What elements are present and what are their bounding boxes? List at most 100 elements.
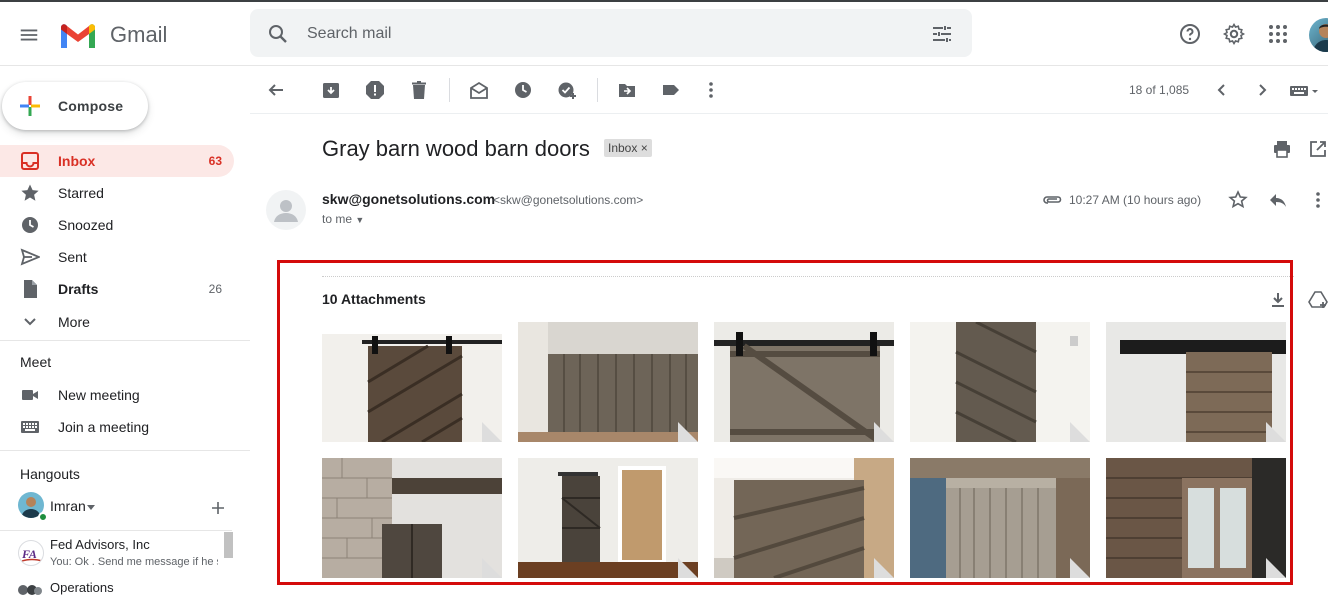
caret-down-icon[interactable]: ▼ (355, 215, 364, 225)
sidebar-item-snoozed[interactable]: Snoozed (0, 209, 234, 241)
send-icon (20, 248, 40, 266)
sidebar-item-drafts[interactable]: Drafts 26 (0, 273, 234, 305)
gear-icon[interactable] (1222, 22, 1246, 46)
sidebar-item-more[interactable]: More (0, 306, 234, 338)
help-icon[interactable] (1178, 22, 1202, 46)
pagination-text: 18 of 1,085 (1129, 83, 1190, 97)
thumbnail-corner (1070, 558, 1090, 578)
thumbnail-corner (482, 422, 502, 442)
sender-email: <skw@gonetsolutions.com> (493, 193, 644, 207)
divider (0, 340, 250, 341)
meet-section-title: Meet (20, 354, 52, 370)
clock-icon (22, 217, 38, 233)
thumbnail-corner (1266, 422, 1286, 442)
sender-name[interactable]: skw@gonetsolutions.com (322, 191, 495, 207)
plus-icon (20, 96, 40, 116)
gmail-logo-icon[interactable] (58, 20, 98, 50)
email-view: 18 of 1,085 Gray barn wood barn doors In… (250, 66, 1328, 596)
attachment-thumbnail[interactable] (910, 322, 1090, 442)
email-timestamp: 10:27 AM (10 hours ago) (1069, 193, 1202, 207)
apps-grid-icon[interactable] (1266, 22, 1290, 46)
thumbnail-corner (678, 422, 698, 442)
thumbnail-corner (874, 558, 894, 578)
attachment-thumbnail[interactable] (518, 322, 698, 442)
contact-preview: You: Ok . Send me message if he s (50, 556, 218, 568)
app-title: Gmail (110, 22, 168, 47)
attachment-icon (1043, 196, 1062, 204)
contact-avatar-operations[interactable] (16, 580, 44, 596)
add-to-drive-icon[interactable] (1308, 290, 1328, 310)
inbox-icon (21, 152, 39, 170)
contact-avatar-fed-advisors[interactable]: FA (18, 540, 44, 566)
attachment-thumbnail[interactable] (1106, 458, 1286, 578)
move-to-icon[interactable] (617, 80, 637, 100)
star-icon[interactable] (1228, 190, 1248, 210)
inbox-label-chip[interactable]: Inbox × (604, 139, 652, 157)
main-menu-icon[interactable] (18, 24, 40, 46)
sidebar-item-label: Snoozed (58, 217, 114, 233)
divider (0, 530, 232, 531)
remove-label-icon[interactable]: × (641, 141, 648, 155)
sidebar-item-sent[interactable]: Sent (0, 241, 234, 273)
archive-icon[interactable] (321, 80, 341, 100)
hangouts-user-name[interactable]: Imran (50, 498, 86, 514)
more-vert-icon[interactable] (701, 80, 721, 100)
thumbnail-corner (874, 422, 894, 442)
print-icon[interactable] (1272, 139, 1292, 159)
reply-icon[interactable] (1268, 190, 1288, 210)
search-input[interactable]: Search mail (307, 25, 391, 43)
sidebar-item-label: Sent (58, 249, 87, 265)
draft-icon (24, 280, 37, 298)
recipient-details[interactable]: to me ▼ (322, 212, 364, 226)
chevron-right-icon[interactable] (1252, 80, 1272, 100)
divider (0, 450, 250, 451)
open-new-window-icon[interactable] (1308, 139, 1328, 159)
attachment-thumbnail[interactable] (1106, 322, 1286, 442)
thumbnail-corner (1070, 422, 1090, 442)
more-vert-icon[interactable] (1308, 190, 1328, 210)
sidebar-scrollbar[interactable] (224, 532, 233, 558)
sender-avatar (266, 190, 306, 230)
thumbnail-corner (678, 558, 698, 578)
sidebar: Compose Inbox 63 Starred Snoozed Sent Dr… (0, 66, 250, 596)
keyboard-icon (21, 421, 39, 433)
snooze-icon[interactable] (513, 80, 533, 100)
attachment-thumbnail[interactable] (322, 322, 502, 442)
recipient-text: to me (322, 212, 353, 226)
sidebar-item-label: Drafts (58, 281, 99, 297)
toolbar-divider (250, 113, 1328, 114)
search-options-icon[interactable] (930, 22, 954, 46)
attachment-thumbnail[interactable] (910, 458, 1090, 578)
attachment-thumbnail[interactable] (714, 322, 894, 442)
search-icon[interactable] (266, 22, 290, 46)
attachment-thumbnail[interactable] (518, 458, 698, 578)
attachment-thumbnail[interactable] (322, 458, 502, 578)
sidebar-item-new-meeting[interactable]: New meeting (0, 379, 234, 411)
add-task-icon[interactable] (557, 80, 577, 100)
sidebar-item-join-meeting[interactable]: Join a meeting (0, 411, 234, 443)
compose-button[interactable]: Compose (2, 82, 148, 130)
sidebar-item-starred[interactable]: Starred (0, 177, 234, 209)
label-icon[interactable] (661, 80, 681, 100)
video-icon (22, 390, 38, 400)
label-chip-text: Inbox (608, 141, 638, 155)
report-spam-icon[interactable] (365, 80, 385, 100)
hangouts-section-title: Hangouts (20, 466, 80, 482)
contact-name-operations[interactable]: Operations (50, 580, 114, 595)
sidebar-item-label: More (58, 314, 90, 330)
sidebar-item-label: Join a meeting (58, 419, 150, 435)
sidebar-item-inbox[interactable]: Inbox 63 (0, 145, 234, 177)
attachment-thumbnail[interactable] (714, 458, 894, 578)
chevron-left-icon[interactable] (1212, 80, 1232, 100)
sidebar-item-label: Starred (58, 185, 104, 201)
delete-icon[interactable] (409, 80, 429, 100)
contact-name: Fed Advisors, Inc (50, 537, 150, 552)
add-contact-icon[interactable] (210, 500, 226, 516)
caret-down-icon[interactable] (86, 502, 96, 512)
sidebar-item-label: New meeting (58, 387, 140, 403)
input-tools-icon[interactable] (1290, 84, 1324, 98)
compose-label: Compose (58, 98, 124, 114)
mark-unread-icon[interactable] (469, 80, 489, 100)
back-arrow-icon[interactable] (266, 80, 286, 100)
star-icon (21, 184, 39, 201)
